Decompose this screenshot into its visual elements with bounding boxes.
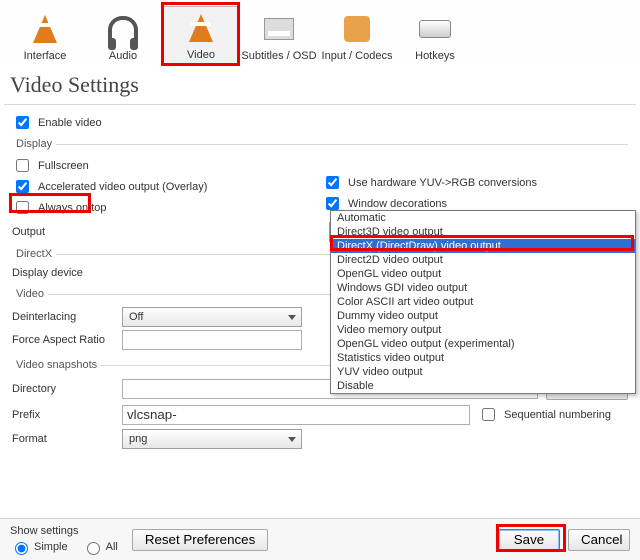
enable-video-label: Enable video <box>38 117 102 129</box>
tab-video[interactable]: Video <box>162 6 240 66</box>
subtitles-icon <box>260 10 298 48</box>
tab-hotkeys-label: Hotkeys <box>396 50 474 62</box>
output-option[interactable]: Dummy video output <box>331 309 635 323</box>
output-option[interactable]: Video memory output <box>331 323 635 337</box>
show-settings-simple-radio[interactable]: Simple <box>10 539 68 555</box>
snapshot-format-label: Format <box>12 433 122 445</box>
headphones-icon <box>104 10 142 48</box>
tab-subtitles[interactable]: Subtitles / OSD <box>240 8 318 66</box>
output-option[interactable]: OpenGL video output (experimental) <box>331 337 635 351</box>
show-settings-all-radio[interactable]: All <box>82 539 118 555</box>
yuv-rgb-checkbox[interactable]: Use hardware YUV->RGB conversions <box>322 173 628 192</box>
footer: Show settings Simple All Reset Preferenc… <box>0 518 640 560</box>
output-option[interactable]: Windows GDI video output <box>331 281 635 295</box>
group-directx-legend: DirectX <box>12 248 56 260</box>
force-aspect-ratio-input[interactable] <box>122 330 302 350</box>
page-title: Video Settings <box>10 72 630 98</box>
fullscreen-checkbox[interactable]: Fullscreen <box>12 156 322 175</box>
always-on-top-checkbox[interactable]: Always on top <box>12 198 322 217</box>
reset-preferences-button[interactable]: Reset Preferences <box>132 529 268 551</box>
group-display-legend: Display <box>12 138 56 150</box>
tab-subtitles-label: Subtitles / OSD <box>240 50 318 62</box>
deinterlacing-combobox[interactable]: Off <box>122 307 302 327</box>
output-option[interactable]: Direct3D video output <box>331 225 635 239</box>
enable-video-checkbox[interactable]: Enable video <box>12 113 628 132</box>
prefs-tabstrip: Interface Audio Video Subtitles / OSD In… <box>0 0 640 66</box>
snapshot-format-combobox[interactable]: png <box>122 429 302 449</box>
output-option[interactable]: OpenGL video output <box>331 267 635 281</box>
deinterlacing-label: Deinterlacing <box>12 311 122 323</box>
keyboard-icon <box>416 10 454 48</box>
cone-icon <box>182 9 220 47</box>
force-aspect-ratio-label: Force Aspect Ratio <box>12 334 122 346</box>
output-option[interactable]: YUV video output <box>331 365 635 379</box>
tab-audio-label: Audio <box>84 50 162 62</box>
snapshot-prefix-input[interactable] <box>122 405 470 425</box>
save-button[interactable]: Save <box>498 529 560 551</box>
output-option[interactable]: Color ASCII art video output <box>331 295 635 309</box>
output-option[interactable]: Automatic <box>331 211 635 225</box>
output-option[interactable]: DirectX (DirectDraw) video output <box>331 239 635 253</box>
output-option[interactable]: Statistics video output <box>331 351 635 365</box>
output-option[interactable]: Direct2D video output <box>331 253 635 267</box>
output-dropdown-list[interactable]: AutomaticDirect3D video outputDirectX (D… <box>330 210 636 394</box>
tab-audio[interactable]: Audio <box>84 8 162 66</box>
group-snapshots-legend: Video snapshots <box>12 359 101 371</box>
group-display: Display Fullscreen Accelerated video out… <box>12 138 628 219</box>
snapshot-prefix-label: Prefix <box>12 409 122 421</box>
tab-hotkeys[interactable]: Hotkeys <box>396 8 474 66</box>
output-label: Output <box>12 226 121 238</box>
puzzle-icon <box>338 10 376 48</box>
display-device-label: Display device <box>12 267 122 279</box>
cone-icon <box>26 10 64 48</box>
cancel-button[interactable]: Cancel <box>568 529 630 551</box>
group-video-legend: Video <box>12 288 48 300</box>
output-option[interactable]: Disable <box>331 379 635 393</box>
divider <box>4 104 636 105</box>
tab-input-codecs[interactable]: Input / Codecs <box>318 8 396 66</box>
sequential-numbering-checkbox[interactable]: Sequential numbering <box>478 405 628 424</box>
tab-video-label: Video <box>163 49 239 61</box>
tab-interface[interactable]: Interface <box>6 8 84 66</box>
snapshot-directory-label: Directory <box>12 383 122 395</box>
accel-checkbox[interactable]: Accelerated video output (Overlay) <box>12 177 322 196</box>
tab-input-label: Input / Codecs <box>318 50 396 62</box>
tab-interface-label: Interface <box>6 50 84 62</box>
show-settings-label: Show settings <box>10 525 124 537</box>
